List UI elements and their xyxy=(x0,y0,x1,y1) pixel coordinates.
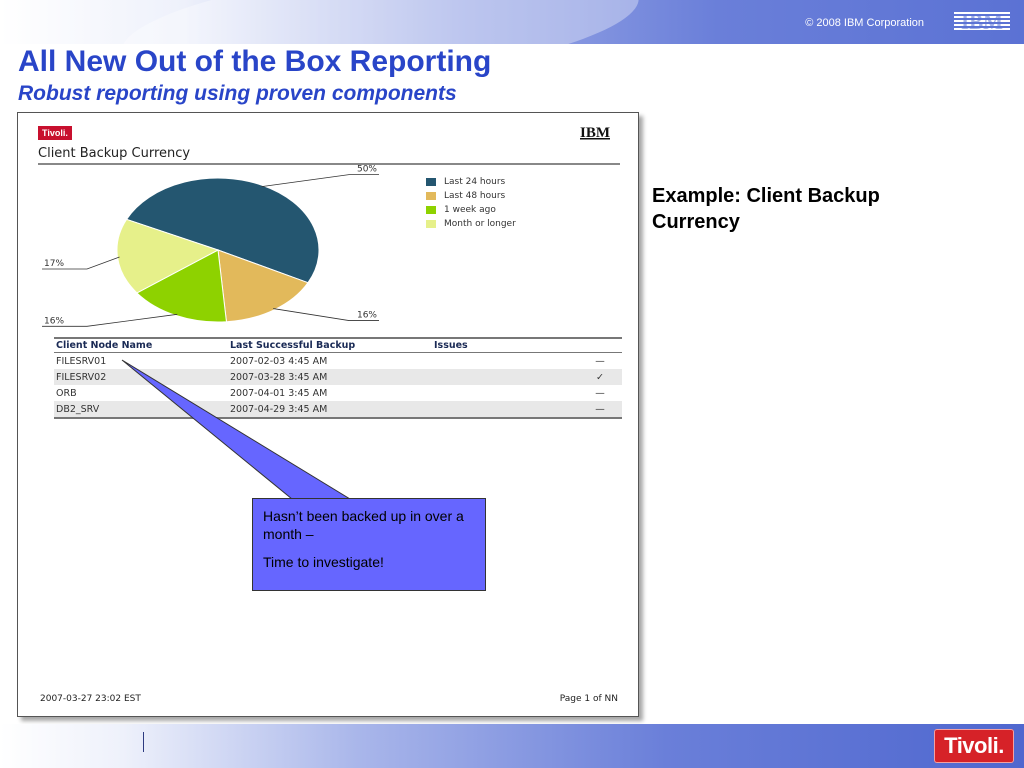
pie-label: 16% xyxy=(44,316,64,326)
legend-label: Last 24 hours xyxy=(444,177,506,187)
pie-label: 17% xyxy=(44,259,64,269)
cell-empty xyxy=(432,369,578,385)
bottom-divider xyxy=(143,732,144,752)
cell-node: ORB xyxy=(56,387,77,399)
cell-empty xyxy=(432,353,578,370)
cell-issue: — xyxy=(578,401,622,419)
legend-swatch xyxy=(426,220,436,228)
cell-node: DB2_SRV xyxy=(54,401,228,419)
column-header-spacer xyxy=(578,337,622,353)
legend-label: Month or longer xyxy=(444,219,516,229)
chart-legend: Last 24 hours Last 48 hours 1 week ago Mont… xyxy=(426,175,516,231)
cell-backup: 2007-04-01 3:45 AM xyxy=(230,387,328,399)
table-row: DB2_SRV 2007-04-29 3:45 AM — xyxy=(54,401,622,419)
column-header-backup: Last Successful Backup xyxy=(228,337,432,353)
svg-text:IBM: IBM xyxy=(961,10,1003,34)
table-row: ORB 2007-04-01 3:45 AM — xyxy=(54,385,622,401)
report-panel: Tivoli. IBM Client Backup Currency 50% 16… xyxy=(17,112,639,717)
callout-line-1: Hasn’t been backed up in over a month – xyxy=(263,508,464,542)
legend-swatch xyxy=(426,206,436,214)
cell-backup: 2007-04-29 3:45 AM xyxy=(228,401,432,419)
table-header-row: Client Node Name Last Successful Backup … xyxy=(54,337,622,353)
report-footer-date: 2007-03-27 23:02 EST xyxy=(40,694,141,704)
page-subtitle: Robust reporting using proven components xyxy=(18,82,457,105)
callout-line-2: Time to investigate! xyxy=(263,554,384,570)
table-row: FILESRV02 2007-03-28 3:45 AM ✓ xyxy=(54,369,622,385)
pie-leader-line xyxy=(261,174,379,188)
cell-empty xyxy=(432,401,578,419)
cell-node: FILESRV01 xyxy=(56,355,107,367)
banner-swoosh xyxy=(115,0,645,44)
cell-empty xyxy=(432,385,578,401)
cell-issue: — xyxy=(595,387,605,399)
cell-issue: ✓ xyxy=(578,369,622,385)
cell-issue: — xyxy=(595,355,605,367)
legend-item: 1 week ago xyxy=(426,203,516,217)
legend-item: Last 24 hours xyxy=(426,175,516,189)
column-header-node: Client Node Name xyxy=(54,337,228,353)
pie-label: 50% xyxy=(357,165,377,175)
cell-backup: 2007-03-28 3:45 AM xyxy=(228,369,432,385)
cell-node: FILESRV02 xyxy=(54,369,228,385)
table-row: FILESRV01 2007-02-03 4:45 AM — xyxy=(54,353,622,370)
pie-label: 16% xyxy=(357,311,377,321)
backup-table: Client Node Name Last Successful Backup … xyxy=(54,337,622,419)
report-footer-page: Page 1 of NN xyxy=(559,694,618,704)
example-title: Example: Client Backup Currency xyxy=(652,185,880,233)
bottom-banner: Tivoli. xyxy=(0,724,1024,768)
legend-item: Last 48 hours xyxy=(426,189,516,203)
cell-backup: 2007-02-03 4:45 AM xyxy=(230,355,328,367)
legend-label: Last 48 hours xyxy=(444,191,506,201)
page-title: All New Out of the Box Reporting xyxy=(18,45,492,78)
tivoli-logo: Tivoli. xyxy=(934,729,1014,763)
legend-swatch xyxy=(426,192,436,200)
top-banner: © 2008 IBM Corporation IBM xyxy=(0,0,1024,44)
copyright-text: © 2008 IBM Corporation xyxy=(805,17,924,29)
pie-chart: 50% 16% 16% 17% xyxy=(42,165,379,327)
legend-swatch xyxy=(426,178,436,186)
legend-label: 1 week ago xyxy=(444,205,496,215)
column-header-issues: Issues xyxy=(432,337,578,353)
callout-box: Hasn’t been backed up in over a month – … xyxy=(252,498,486,591)
legend-item: Month or longer xyxy=(426,217,516,231)
ibm-logo: IBM xyxy=(954,10,1010,34)
